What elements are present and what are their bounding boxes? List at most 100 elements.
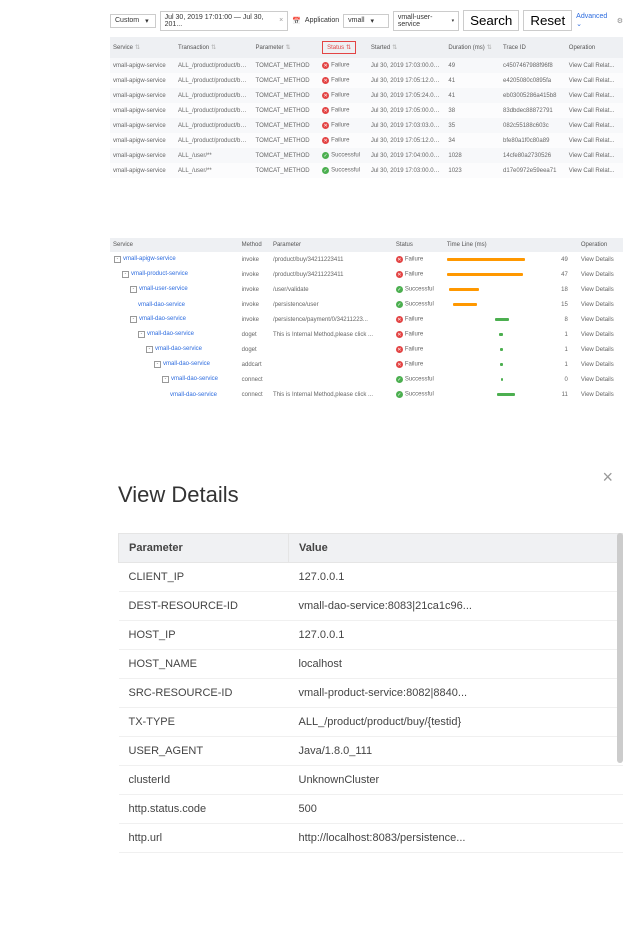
- col-transaction[interactable]: Transaction⇅: [175, 37, 253, 58]
- cell-service: vmall-apigw-service: [110, 148, 175, 163]
- cell-duration: 34: [445, 133, 500, 148]
- service-link[interactable]: vmall-dao-service: [171, 376, 218, 382]
- gear-icon[interactable]: ⚙: [617, 17, 623, 25]
- view-call-link[interactable]: View Call Relat...: [566, 133, 623, 148]
- error-icon: ✕: [322, 137, 329, 144]
- view-details-link[interactable]: View Details: [578, 327, 623, 342]
- col-method: Method: [239, 238, 270, 252]
- date-value: Jul 30, 2019 17:01:00 — Jul 30, 201...: [165, 14, 275, 28]
- range-select[interactable]: Custom ▾: [110, 14, 156, 28]
- tree-toggle[interactable]: -: [154, 361, 161, 368]
- cell-service: -vmall-apigw-service: [110, 252, 239, 267]
- view-details-link[interactable]: View Details: [578, 357, 623, 372]
- view-call-link[interactable]: View Call Relat...: [566, 103, 623, 118]
- date-range[interactable]: Jul 30, 2019 17:01:00 — Jul 30, 201... ×: [160, 11, 289, 31]
- cell-parameter: TOMCAT_METHOD: [253, 133, 320, 148]
- table-row: -vmall-user-serviceinvoke/user/validate✓…: [110, 282, 623, 297]
- view-details-link[interactable]: View Details: [578, 267, 623, 282]
- tree-toggle[interactable]: -: [114, 256, 121, 263]
- service-link[interactable]: vmall-dao-service: [138, 302, 185, 308]
- view-details-link[interactable]: View Details: [578, 252, 623, 267]
- cell-method: doget: [239, 342, 270, 357]
- view-details-link[interactable]: View Details: [578, 342, 623, 357]
- col-service[interactable]: Service⇅: [110, 37, 175, 58]
- cell-status: ✓Successful: [319, 148, 368, 163]
- service-link[interactable]: vmall-dao-service: [170, 392, 217, 398]
- view-call-link[interactable]: View Call Relat...: [566, 118, 623, 133]
- service-link[interactable]: vmall-dao-service: [163, 361, 210, 367]
- app-select[interactable]: vmall ▾: [343, 14, 389, 28]
- service-link[interactable]: vmall-user-service: [139, 286, 188, 292]
- view-call-link[interactable]: View Call Relat...: [566, 73, 623, 88]
- cell-status: ✕Failure: [393, 327, 444, 342]
- cell-duration: 49: [445, 58, 500, 73]
- cell-status: ✕Failure: [319, 133, 368, 148]
- cell-transaction: ALL_/user/**: [175, 163, 253, 178]
- advanced-toggle[interactable]: Advanced ⌄: [576, 13, 613, 28]
- cell-method: addcart: [239, 357, 270, 372]
- service-select[interactable]: vmall-user-service ▾: [393, 11, 459, 31]
- view-details-link[interactable]: View Details: [578, 297, 623, 312]
- search-button[interactable]: Search: [463, 10, 519, 31]
- cell-status: ✓Successful: [319, 163, 368, 178]
- cell-started: Jul 30, 2019 17:05:12.016 GMT+0...: [368, 133, 446, 148]
- cell-service: vmall-apigw-service: [110, 133, 175, 148]
- tree-toggle[interactable]: -: [146, 346, 153, 353]
- cell-service: vmall-apigw-service: [110, 163, 175, 178]
- view-call-link[interactable]: View Call Relat...: [566, 58, 623, 73]
- table-row: CLIENT_IP127.0.0.1: [119, 563, 623, 592]
- reset-button[interactable]: Reset: [523, 10, 572, 31]
- table-row: vmall-apigw-serviceALL_/product/product/…: [110, 73, 623, 88]
- table-row: -vmall-dao-serviceinvoke/persistence/pay…: [110, 312, 623, 327]
- view-call-link[interactable]: View Call Relat...: [566, 148, 623, 163]
- view-details-link[interactable]: View Details: [578, 282, 623, 297]
- calendar-icon[interactable]: 📅: [292, 17, 301, 25]
- error-icon: ✕: [396, 271, 403, 278]
- service-link[interactable]: vmall-apigw-service: [123, 256, 176, 262]
- close-icon[interactable]: ×: [602, 467, 613, 488]
- cell-status: ✕Failure: [319, 58, 368, 73]
- col-parameter[interactable]: Parameter⇅: [253, 37, 320, 58]
- cell-status: ✕Failure: [393, 357, 444, 372]
- cell-duration: 1: [555, 357, 578, 372]
- tree-toggle[interactable]: -: [130, 316, 137, 323]
- col-duration[interactable]: Duration (ms)⇅: [445, 37, 500, 58]
- col-parameter: Parameter: [119, 534, 289, 563]
- error-icon: ✕: [322, 92, 329, 99]
- view-call-link[interactable]: View Call Relat...: [566, 88, 623, 103]
- col-status[interactable]: Status⇅: [319, 37, 368, 58]
- table-row: http.status.code500: [119, 795, 623, 824]
- check-icon: ✓: [322, 152, 329, 159]
- col-service: Service: [110, 238, 239, 252]
- detail-value: localhost: [289, 650, 623, 679]
- scrollbar[interactable]: [617, 533, 623, 763]
- cell-duration: 15: [555, 297, 578, 312]
- service-link[interactable]: vmall-dao-service: [155, 346, 202, 352]
- cell-started: Jul 30, 2019 17:05:00.016 GMT+0...: [368, 103, 446, 118]
- cell-method: invoke: [239, 297, 270, 312]
- cell-parameter: /persistence/user: [270, 297, 393, 312]
- error-icon: ✕: [322, 77, 329, 84]
- cell-status: ✓Successful: [393, 282, 444, 297]
- service-link[interactable]: vmall-product-service: [131, 271, 188, 277]
- service-link[interactable]: vmall-dao-service: [147, 331, 194, 337]
- view-details-link[interactable]: View Details: [578, 372, 623, 387]
- col-started[interactable]: Started⇅: [368, 37, 446, 58]
- close-icon[interactable]: ×: [279, 17, 283, 24]
- cell-parameter: TOMCAT_METHOD: [253, 148, 320, 163]
- col-timeline: Time Line (ms): [444, 238, 555, 252]
- cell-status: ✕Failure: [319, 103, 368, 118]
- cell-started: Jul 30, 2019 17:03:00.018 GMT+0...: [368, 58, 446, 73]
- view-details-link[interactable]: View Details: [578, 387, 623, 402]
- cell-transaction: ALL_/product/product/buy/{te...: [175, 73, 253, 88]
- tree-toggle[interactable]: -: [162, 376, 169, 383]
- cell-parameter: /persistence/payment/0/34211223...: [270, 312, 393, 327]
- cell-started: Jul 30, 2019 17:03:03.019 GMT+0...: [368, 118, 446, 133]
- tree-toggle[interactable]: -: [122, 271, 129, 278]
- view-call-link[interactable]: View Call Relat...: [566, 163, 623, 178]
- tree-toggle[interactable]: -: [130, 286, 137, 293]
- cell-timeline: [444, 342, 555, 357]
- service-link[interactable]: vmall-dao-service: [139, 316, 186, 322]
- tree-toggle[interactable]: -: [138, 331, 145, 338]
- view-details-link[interactable]: View Details: [578, 312, 623, 327]
